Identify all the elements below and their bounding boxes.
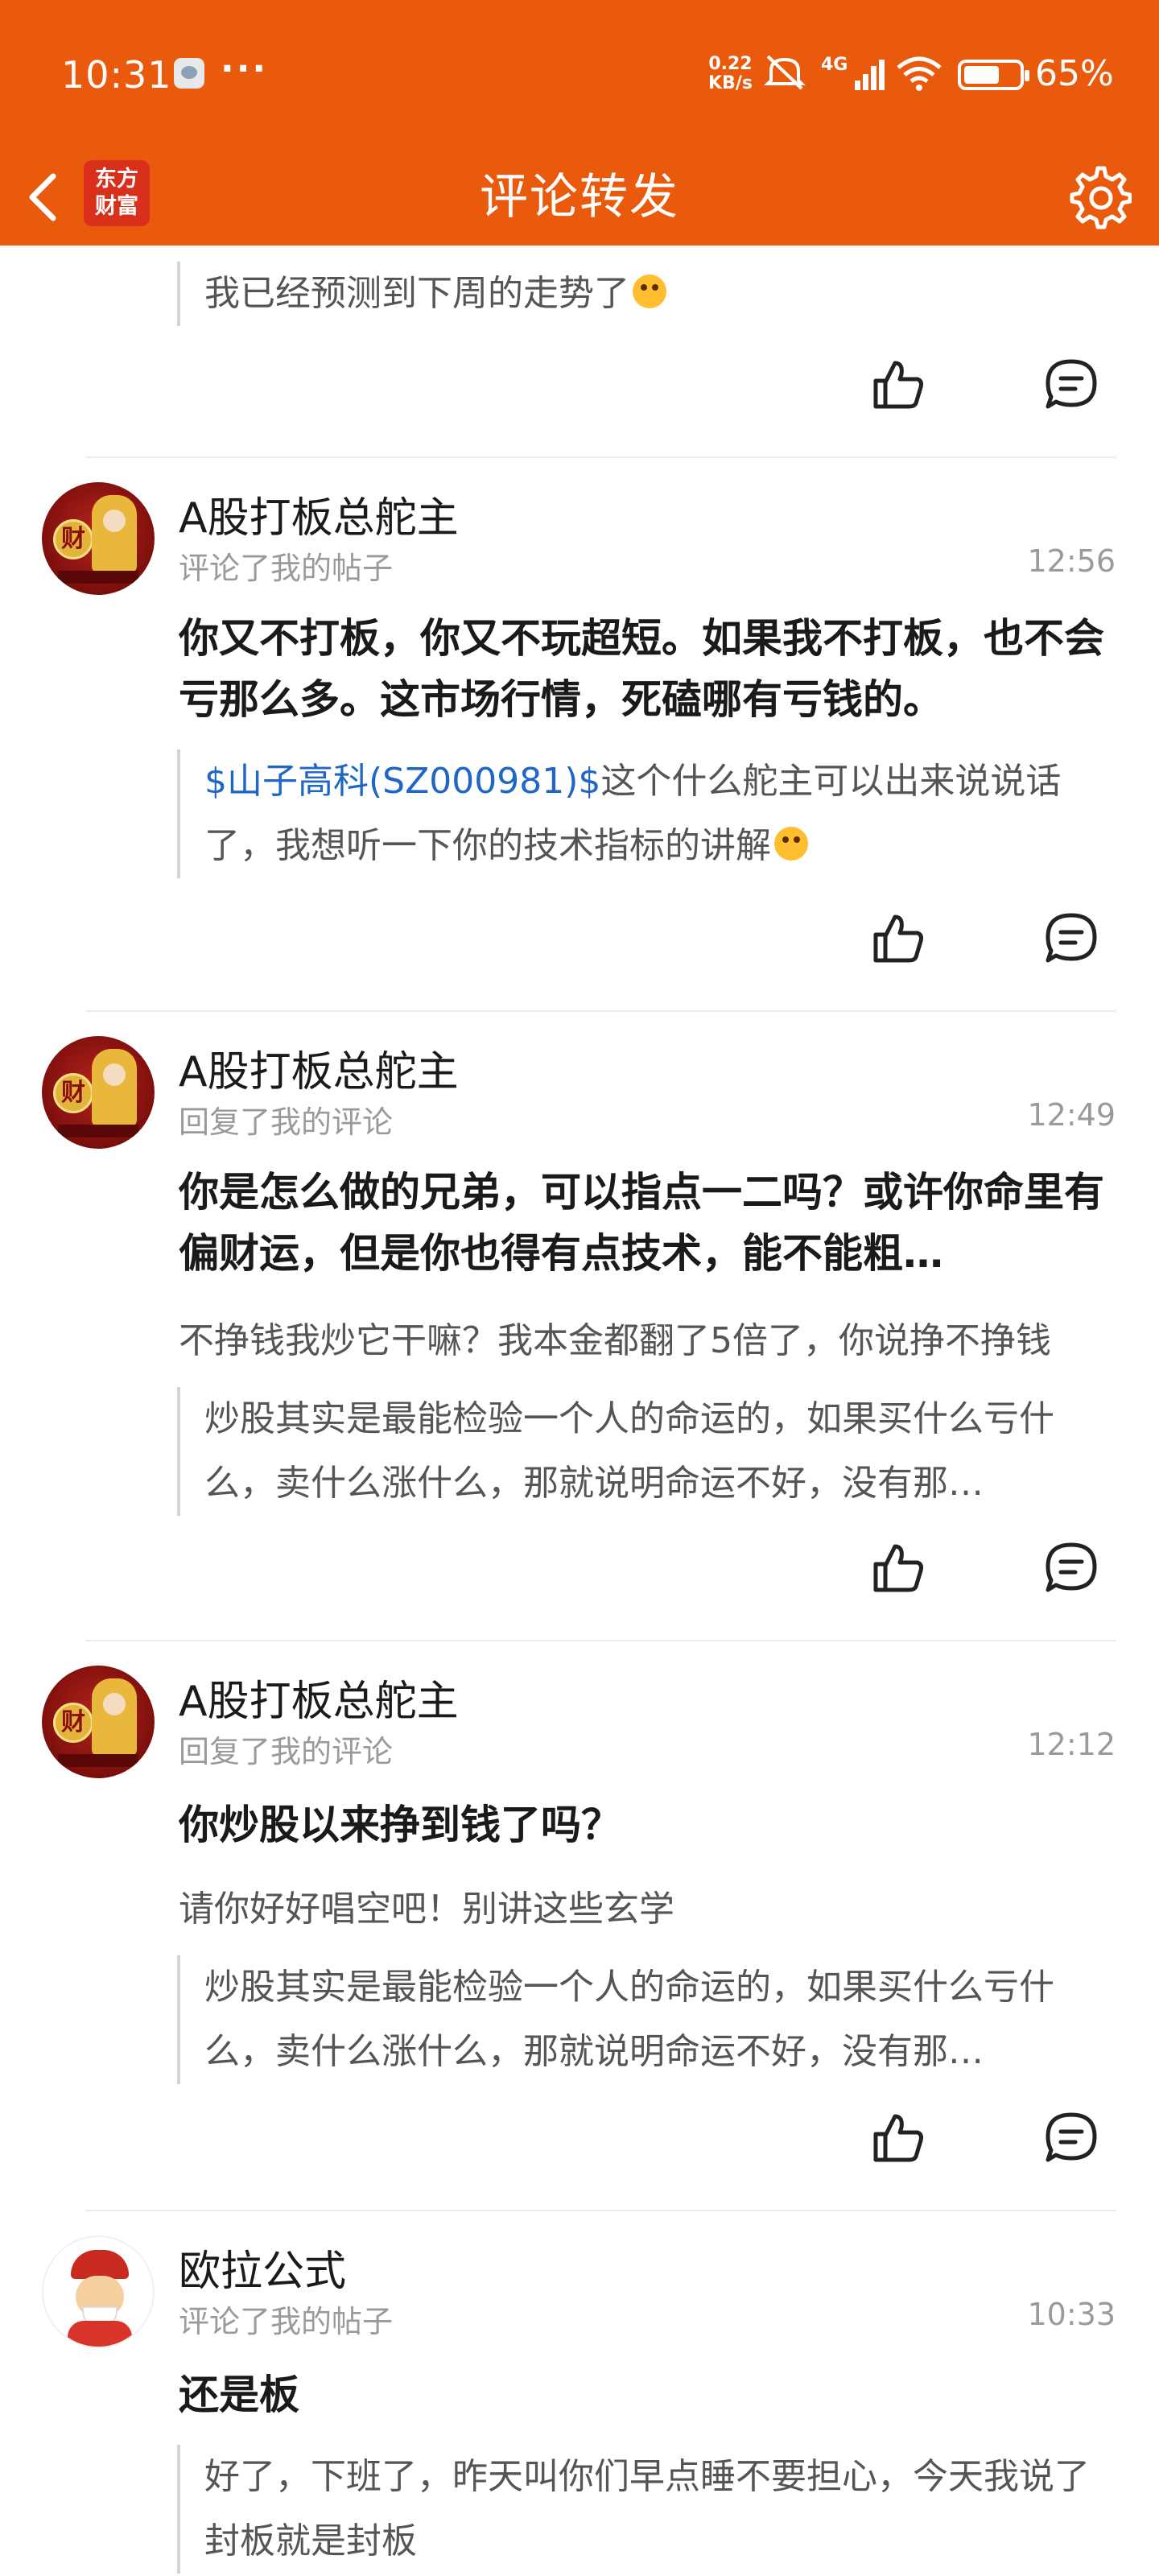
- quote-text: 炒股其实是最能检验一个人的命运的，如果买什么亏什么，卖什么涨什么，那就说明命运不…: [204, 1398, 1054, 1504]
- network-speed: 0.22 KB/s: [708, 55, 753, 93]
- like-button[interactable]: [861, 344, 934, 424]
- battery-level: [964, 66, 999, 84]
- quoted-post[interactable]: 好了，下班了，昨天叫你们早点睡不要担心，今天我说了封板就是封板: [177, 2445, 1103, 2574]
- brand-logo: 东方 财富: [84, 160, 150, 226]
- username[interactable]: A股打板总舵主: [179, 484, 459, 544]
- avatar[interactable]: 财: [42, 1036, 155, 1149]
- grinning-emoji-icon: [633, 275, 666, 308]
- quoted-comment[interactable]: 炒股其实是最能检验一个人的命运的，如果买什么亏什么，卖什么涨什么，那就说明命运不…: [177, 1387, 1103, 1516]
- network-speed-value: 0.22: [708, 54, 753, 74]
- comment-text[interactable]: 你又不打板，你又不玩超短。如果我不打板，也不会亏那么多。这市场行情，死磕哪有亏钱…: [179, 608, 1120, 730]
- reply-text[interactable]: 请你好好唱空吧！别讲这些玄学: [179, 1880, 1120, 1931]
- notification-list: 我已经预测到下周的走势了 财 A股打板总舵主 评论了我的帖子 12:56 你又不…: [0, 246, 1159, 2576]
- avatar[interactable]: [42, 2235, 155, 2348]
- comment-text[interactable]: 你炒股以来挣到钱了吗？: [179, 1794, 1120, 1856]
- comment-icon: [1046, 359, 1097, 409]
- avatar-coin: 财: [53, 519, 93, 559]
- timestamp: 12:56: [1027, 543, 1116, 579]
- item-actions: [0, 344, 1159, 424]
- quoted-post[interactable]: $山子高科(SZ000981)$这个什么舵主可以出来说说话了，我想听一下你的技术…: [177, 749, 1103, 878]
- avatar[interactable]: 财: [42, 1666, 155, 1778]
- stock-link[interactable]: $山子高科(SZ000981)$: [204, 761, 600, 802]
- reply-button[interactable]: [1035, 2097, 1107, 2178]
- mute-icon: [764, 55, 806, 90]
- list-item: 欧拉公式 评论了我的帖子 10:33 还是板 好了，下班了，昨天叫你们早点睡不要…: [0, 2211, 1159, 2576]
- action-text: 评论了我的帖子: [179, 551, 394, 586]
- comment-icon: [1046, 2112, 1097, 2162]
- settings-button[interactable]: [1061, 149, 1133, 246]
- brand-logo-line2: 财富: [95, 194, 138, 219]
- username[interactable]: 欧拉公式: [179, 2237, 346, 2297]
- username[interactable]: A股打板总舵主: [179, 1038, 459, 1098]
- reply-button[interactable]: [1035, 898, 1107, 978]
- thumbs-up-icon: [873, 361, 923, 409]
- signal-icon: [855, 60, 885, 90]
- action-text: 回复了我的评论: [179, 1104, 394, 1140]
- like-button[interactable]: [861, 2097, 934, 2178]
- reply-button[interactable]: [1035, 1527, 1107, 1608]
- thumbs-up-icon: [873, 914, 923, 963]
- page-title: 评论转发: [480, 169, 679, 225]
- action-text: 评论了我的帖子: [179, 2304, 394, 2339]
- quote-text: 炒股其实是最能检验一个人的命运的，如果买什么亏什么，卖什么涨什么，那就说明命运不…: [204, 1967, 1054, 2072]
- thumbs-up-icon: [873, 1544, 923, 1592]
- quoted-post[interactable]: 我已经预测到下周的走势了: [177, 262, 1103, 326]
- list-item: 财 A股打板总舵主 评论了我的帖子 12:56 你又不打板，你又不玩超短。如果我…: [0, 458, 1159, 1012]
- battery-percent: 65%: [1035, 53, 1114, 94]
- timestamp: 10:33: [1027, 2297, 1116, 2332]
- yawning-emoji-icon: [774, 827, 808, 861]
- comment-icon: [1046, 913, 1097, 963]
- avatar[interactable]: 财: [42, 482, 155, 595]
- header: 10:31 ··· 0.22 KB/s 4G 65% 东方 财富 评论转发: [0, 0, 1159, 246]
- reply-button[interactable]: [1035, 344, 1107, 424]
- action-text: 回复了我的评论: [179, 1734, 394, 1769]
- list-item: 财 A股打板总舵主 回复了我的评论 12:12 你炒股以来挣到钱了吗？ 请你好好…: [0, 1641, 1159, 2211]
- wifi-icon: [897, 56, 942, 91]
- comment-text[interactable]: 还是板: [179, 2364, 1120, 2425]
- timestamp: 12:12: [1027, 1727, 1116, 1762]
- thumbs-up-icon: [873, 2114, 923, 2162]
- nav-bar: 东方 财富 评论转发: [0, 149, 1159, 246]
- item-actions: [0, 1527, 1159, 1608]
- chevron-left-icon: [29, 173, 56, 221]
- status-bar: 10:31 ··· 0.22 KB/s 4G 65%: [0, 0, 1159, 149]
- avatar-coin: 财: [53, 1703, 93, 1743]
- gear-icon: [1070, 166, 1132, 229]
- item-actions: [0, 2097, 1159, 2178]
- username[interactable]: A股打板总舵主: [179, 1667, 459, 1728]
- list-item: 我已经预测到下周的走势了: [0, 246, 1159, 458]
- like-button[interactable]: [861, 1527, 934, 1608]
- quote-text: 好了，下班了，昨天叫你们早点睡不要担心，今天我说了封板就是封板: [204, 2456, 1090, 2562]
- quote-text: 我已经预测到下周的走势了: [204, 273, 629, 314]
- brand-logo-line1: 东方: [95, 167, 138, 192]
- back-button[interactable]: 东方 财富: [11, 149, 156, 246]
- comment-text[interactable]: 你是怎么做的兄弟，可以指点一二吗？或许你命里有偏财运，但是你也得有点技术，能不能…: [179, 1162, 1120, 1284]
- quoted-comment[interactable]: 炒股其实是最能检验一个人的命运的，如果买什么亏什么，卖什么涨什么，那就说明命运不…: [177, 1955, 1103, 2084]
- comment-icon: [1046, 1542, 1097, 1592]
- reply-text[interactable]: 不挣钱我炒它干嘛？我本金都翻了5倍了，你说挣不挣钱: [179, 1311, 1120, 1363]
- network-speed-unit: KB/s: [708, 73, 753, 93]
- like-button[interactable]: [861, 898, 934, 978]
- notification-app-icon: [174, 58, 204, 89]
- timestamp: 12:49: [1027, 1097, 1116, 1133]
- list-item: 财 A股打板总舵主 回复了我的评论 12:49 你是怎么做的兄弟，可以指点一二吗…: [0, 1012, 1159, 1641]
- battery-icon: [958, 60, 1029, 90]
- item-actions: [0, 898, 1159, 978]
- status-time: 10:31: [61, 53, 172, 97]
- avatar-coin: 财: [53, 1073, 93, 1113]
- more-notifications-icon: ···: [221, 48, 269, 89]
